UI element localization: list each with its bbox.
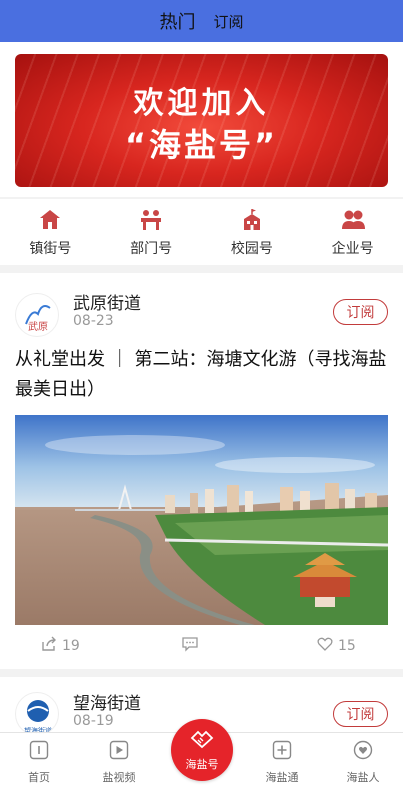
category-bar: 镇街号 部门号 校园号 企业号 — [0, 199, 403, 265]
share-button[interactable]: 19 — [40, 635, 80, 657]
category-school[interactable]: 校园号 — [202, 199, 303, 265]
tab-label: 海盐通 — [265, 771, 299, 784]
category-enterprise[interactable]: 企业号 — [302, 199, 403, 265]
post-actions: 19 15 — [0, 635, 403, 659]
category-label: 企业号 — [331, 241, 374, 257]
account-name[interactable]: 武原街道 — [73, 289, 141, 314]
people-icon — [340, 207, 366, 233]
subscribe-button[interactable]: 订阅 — [333, 701, 388, 727]
category-label: 镇街号 — [29, 241, 72, 257]
banner-line1: 欢迎加入 — [133, 86, 270, 121]
tab-haiyanhao[interactable]: 海盐号 — [171, 719, 233, 781]
comment-icon — [181, 635, 199, 657]
avatar-logo-text: 武原 — [28, 320, 48, 333]
office-desk-icon — [138, 207, 164, 233]
tab-label: 首页 — [28, 771, 50, 784]
category-town[interactable]: 镇街号 — [0, 199, 101, 265]
account-name[interactable]: 望海街道 — [73, 689, 141, 714]
tab-label: 盐视频 — [102, 771, 136, 784]
banner-section: 欢迎加入 “海盐号” — [0, 42, 403, 197]
category-department[interactable]: 部门号 — [101, 199, 202, 265]
heart-icon — [316, 635, 334, 657]
share-icon — [40, 635, 58, 657]
like-button[interactable]: 15 — [316, 635, 356, 657]
tab-label: 海盐人 — [346, 771, 380, 784]
tab-haiyantong[interactable]: 海盐通 — [252, 739, 312, 785]
video-icon — [108, 739, 130, 765]
post-image[interactable] — [15, 415, 388, 625]
avatar[interactable]: 望海街道 — [15, 692, 59, 736]
handshake-icon — [189, 728, 215, 754]
category-label: 部门号 — [130, 241, 173, 257]
post-card[interactable]: 武原 武原街道 08-23 订阅 从礼堂出发 ｜ 第二站：海塘文化游（寻找海盐最… — [0, 273, 403, 669]
tab-label: 海盐号 — [185, 758, 219, 771]
banner-line2: “海盐号” — [124, 126, 279, 164]
welcome-banner[interactable]: 欢迎加入 “海盐号” — [15, 54, 388, 187]
school-icon — [239, 207, 265, 233]
bottom-tab-bar: 首页 盐视频 海盐号 海盐通 海盐人 — [0, 719, 403, 800]
heart-bubble-icon — [352, 739, 374, 765]
subscribe-button[interactable]: 订阅 — [333, 299, 388, 325]
home-icon — [28, 739, 50, 765]
avatar[interactable]: 武原 — [15, 293, 59, 337]
tab-hot[interactable]: 热门 — [159, 8, 195, 34]
post-title[interactable]: 从礼堂出发 ｜ 第二站：海塘文化游（寻找海盐最美日出） — [15, 345, 390, 405]
tab-subscribe[interactable]: 订阅 — [213, 11, 243, 32]
comment-button[interactable] — [181, 635, 199, 657]
house-icon — [37, 207, 63, 233]
like-count: 15 — [338, 638, 356, 654]
plus-box-icon — [271, 739, 293, 765]
tab-video[interactable]: 盐视频 — [89, 739, 149, 785]
top-tab-bar: 热门 订阅 — [0, 0, 403, 42]
share-count: 19 — [62, 638, 80, 654]
category-label: 校园号 — [230, 241, 273, 257]
post-date: 08-19 — [73, 713, 114, 729]
post-date: 08-23 — [73, 313, 114, 329]
tab-haiyanren[interactable]: 海盐人 — [333, 739, 393, 785]
tab-home[interactable]: 首页 — [9, 739, 69, 785]
